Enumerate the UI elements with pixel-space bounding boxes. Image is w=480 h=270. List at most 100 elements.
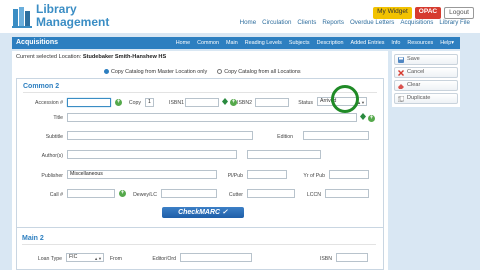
acq-tab-resources[interactable]: Resources (407, 39, 433, 47)
nav-circulation[interactable]: Circulation (262, 19, 291, 26)
radio-icon[interactable] (217, 69, 223, 75)
loan-type-value: FIC (69, 254, 78, 260)
section-divider (22, 244, 376, 245)
authors-extra-input[interactable] (247, 150, 321, 159)
accession-input[interactable] (67, 98, 111, 107)
title-input[interactable] (67, 113, 357, 122)
copy-master-label: Copy Catalog from Master Location only (111, 69, 208, 75)
isbn-label: ISBN (319, 256, 332, 262)
editor-label: Editor/Ord (152, 256, 176, 262)
acq-tab-help-label: Help (440, 40, 452, 46)
common-section-title: Common 2 (23, 83, 60, 90)
acquisitions-toolbar: Acquisitions Home Common Main Reading Le… (12, 37, 460, 49)
opac-button[interactable]: OPAC (414, 7, 442, 19)
nav-library-file[interactable]: Library File (439, 19, 470, 26)
cancel-icon (398, 70, 404, 76)
loan-type-label: Loan Type (37, 256, 62, 262)
subtitle-input[interactable] (67, 131, 253, 140)
checkmarc-button[interactable]: CheckMARC ✓ (162, 207, 244, 218)
pl-pub-label: Pl/Pub (227, 173, 243, 179)
app-header: Library Management My Widget OPAC Logout… (0, 0, 480, 34)
location-label: Current selected Location: (16, 54, 82, 60)
main2-section-title: Main 2 (22, 235, 44, 242)
acq-tab-subjects[interactable]: Subjects (289, 39, 310, 47)
nav-clients[interactable]: Clients (297, 19, 316, 26)
acquisitions-nav: Home Common Main Reading Levels Subjects… (176, 39, 454, 47)
isbn2-label: ISBN2 (237, 100, 252, 106)
call-number-label: Call # (49, 192, 63, 198)
copy-input[interactable]: 1 (145, 98, 154, 107)
acq-tab-home[interactable]: Home (176, 39, 190, 47)
pl-pub-input[interactable] (247, 170, 287, 179)
dewey-lc-label: Dewey/LC (133, 192, 157, 198)
clear-button[interactable]: Clear (394, 80, 458, 91)
isbn-input[interactable] (336, 253, 368, 262)
add-isbn-icon[interactable]: + (230, 99, 237, 106)
title-label: Title (53, 115, 63, 121)
save-button[interactable]: Save (394, 54, 458, 65)
acq-tab-info[interactable]: Info (391, 39, 400, 47)
editor-input[interactable] (180, 253, 252, 262)
duplicate-button[interactable]: Duplicate (394, 93, 458, 104)
eraser-icon (398, 84, 404, 89)
dewey-lc-input[interactable] (161, 189, 217, 198)
subtitle-label: Subtitle (45, 134, 63, 140)
chevron-down-icon: ▾ (451, 40, 454, 46)
lccn-label: LCCN (306, 192, 321, 198)
action-panel: Save Cancel Clear Duplicate (392, 51, 460, 107)
main-nav: Home Circulation Clients Reports Overdue… (240, 19, 470, 26)
add-accession-icon[interactable]: + (115, 99, 122, 106)
publisher-input[interactable]: Miscellaneous (67, 170, 217, 179)
copy-all-option[interactable]: Copy Catalog from all Locations (217, 69, 301, 75)
checkmark-icon: ✓ (222, 209, 228, 216)
edition-input[interactable] (303, 131, 369, 140)
copy-options: Copy Catalog from Master Location only C… (104, 69, 301, 75)
acq-tab-help[interactable]: Help▾ (440, 39, 454, 47)
yr-pub-input[interactable] (329, 170, 369, 179)
clear-label: Clear (407, 82, 421, 88)
add-call-number-icon[interactable]: + (119, 190, 126, 197)
nav-home[interactable]: Home (240, 19, 257, 26)
save-label: Save (407, 56, 420, 62)
my-widget-button[interactable]: My Widget (373, 7, 412, 19)
isbn2-input[interactable] (255, 98, 289, 107)
loan-type-select[interactable]: FIC ▲▼ (66, 253, 104, 262)
lccn-input[interactable] (325, 189, 369, 198)
location-value: Studebaker Smith-Hanshew HS (82, 54, 167, 60)
logo-line-2: Management (36, 15, 110, 29)
acq-tab-reading-levels[interactable]: Reading Levels (245, 39, 282, 47)
top-links: My Widget OPAC Logout (373, 7, 474, 19)
duplicate-label: Duplicate (407, 95, 431, 101)
location-bar: Current selected Location: Studebaker Sm… (16, 53, 166, 61)
library-logo-icon (12, 7, 32, 28)
acq-tab-common[interactable]: Common (197, 39, 219, 47)
isbn1-input[interactable] (185, 98, 219, 107)
copy-master-option[interactable]: Copy Catalog from Master Location only (104, 69, 207, 75)
nav-reports[interactable]: Reports (322, 19, 344, 26)
cancel-label: Cancel (407, 69, 425, 75)
authors-input[interactable] (67, 150, 237, 159)
add-title-icon[interactable]: + (368, 115, 375, 122)
cancel-button[interactable]: Cancel (394, 67, 458, 78)
checkmarc-label: CheckMARC (178, 209, 221, 216)
isbn1-lookup-icon[interactable] (222, 98, 228, 105)
nav-overdue-letters[interactable]: Overdue Letters (350, 19, 394, 26)
cutter-input[interactable] (247, 189, 295, 198)
acq-tab-added-entries[interactable]: Added Entries (351, 39, 385, 47)
save-icon (398, 57, 404, 63)
copy-icon (398, 96, 404, 102)
acq-tab-description[interactable]: Description (317, 39, 344, 47)
section-divider (23, 92, 377, 93)
logout-button[interactable]: Logout (444, 7, 474, 19)
authors-label: Author(s) (41, 153, 63, 159)
call-number-input[interactable] (67, 189, 115, 198)
cutter-label: Cutter (228, 192, 243, 198)
radio-selected-icon[interactable] (104, 69, 109, 75)
acq-tab-main[interactable]: Main (226, 39, 238, 47)
chevron-down-icon: ▲▼ (94, 256, 102, 261)
nav-acquisitions[interactable]: Acquisitions (400, 19, 433, 26)
app-logo-text[interactable]: Library Management (36, 3, 109, 29)
accession-label: Accession # (35, 100, 63, 106)
isbn1-label: ISBN1 (169, 100, 184, 106)
title-lookup-icon[interactable] (360, 113, 366, 120)
